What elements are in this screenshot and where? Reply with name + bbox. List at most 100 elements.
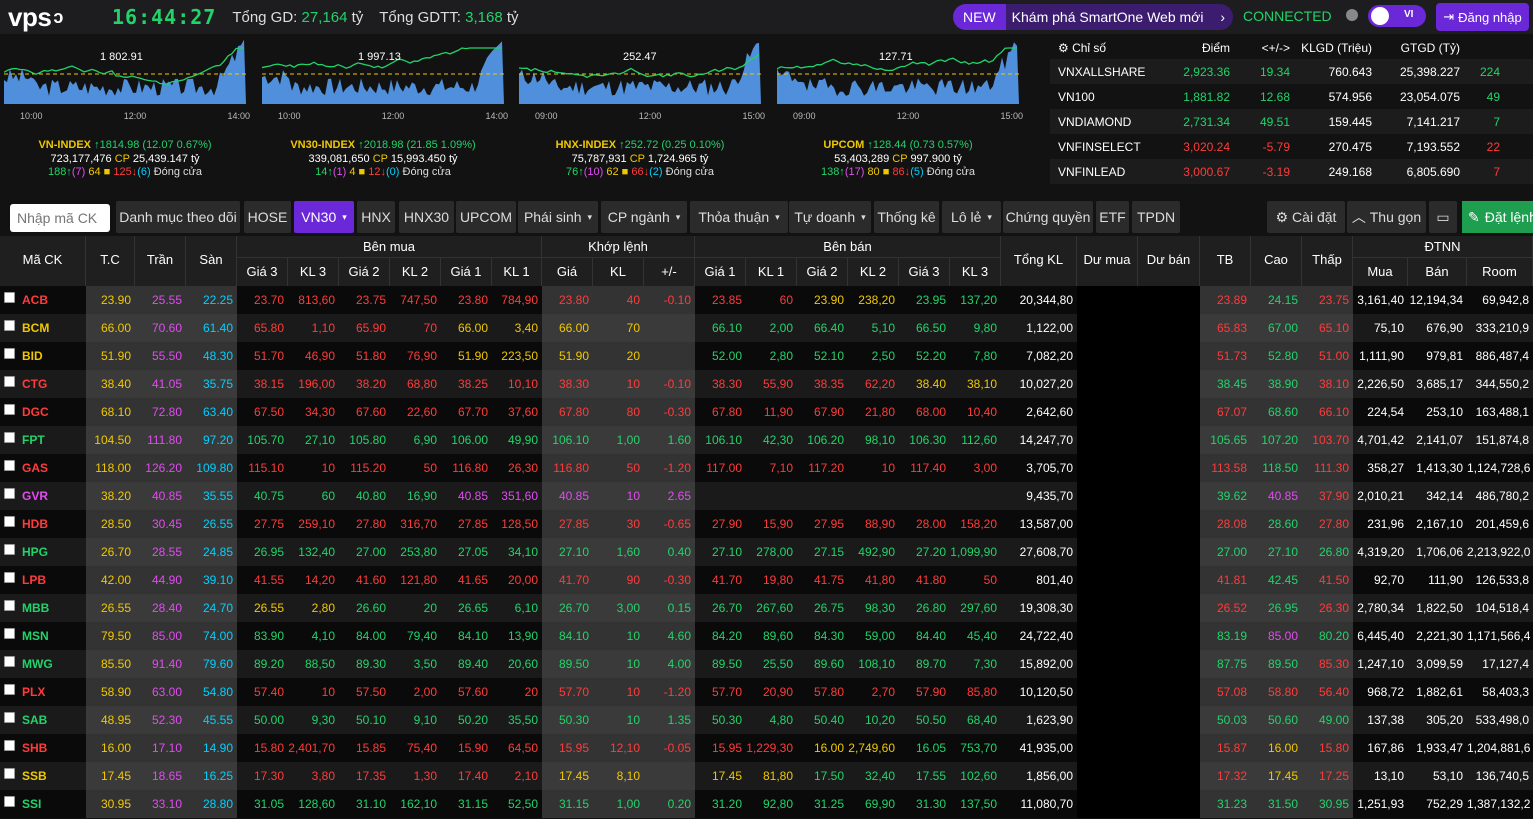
smartone-banner[interactable]: NEW Khám phá SmartOne Web mới › [953,4,1233,30]
stock-row[interactable]: ACB 23.90 25.55 22.25 23.70 813,60 23.75 747,50… [0,286,1533,314]
price-board: Mã CK T.C Trần Sàn Bên mua Khớp lệnh Bên bán Tổ… [0,236,1533,819]
index-chart-4[interactable]: 127.71 09:00 12:00 15:00 UPCOM ↑128.44 (0.73… [773,34,1023,192]
language-toggle[interactable]: VI [1368,5,1426,27]
stock-symbol[interactable]: ACB [22,286,48,314]
tab-tự-doanh[interactable]: Tự doanh ▾ [789,201,871,233]
stock-row[interactable]: GVR 38.20 40.85 35.55 40.75 60 40.80 16,90 40.85… [0,482,1533,510]
login-button[interactable]: ⇥ Đăng nhập [1436,3,1529,31]
tab-etf[interactable]: ETF [1096,201,1129,233]
tab-upcom[interactable]: UPCOM [456,201,516,233]
watch-checkbox[interactable] [4,600,15,611]
index-chart-3[interactable]: 252.47 09:00 12:00 15:00 HNX-INDEX ↑252.72 (… [515,34,765,192]
stock-symbol[interactable]: MWG [22,650,53,678]
stock-symbol[interactable]: MSN [22,622,49,650]
ask-price-2 [797,482,848,510]
stock-row[interactable]: GAS 118.00 126.20 109.80 115.10 10 115.20 50 116… [0,454,1533,482]
stock-symbol[interactable]: FPT [22,426,45,454]
stock-row[interactable]: HPG 26.70 28.55 24.85 26.95 132,40 27.00 253,80… [0,538,1533,566]
watch-checkbox[interactable] [4,628,15,639]
stock-symbol[interactable]: GVR [22,482,48,510]
watch-checkbox[interactable] [4,376,15,387]
stock-symbol[interactable]: DGC [22,398,49,426]
place-order-button[interactable]: ✎ Đặt lệnh [1462,201,1533,233]
watch-checkbox[interactable] [4,320,15,331]
stock-symbol[interactable]: GAS [22,454,48,482]
index-row-volume: 249.168 [1328,164,1372,179]
tab-lô-lẻ[interactable]: Lô lẻ ▾ [942,201,1001,233]
stock-symbol[interactable]: LPB [22,566,46,594]
index-sparkline [262,41,504,104]
stock-row[interactable]: HDB 28.50 30.45 26.55 27.75 259,10 27.80 316,70… [0,510,1533,538]
settings-button[interactable]: ⚙ Cài đặt [1267,201,1345,233]
stock-row[interactable]: BCM 66.00 70.60 61.40 65.80 1,10 65.90 70 66.00 3… [0,314,1533,342]
stock-symbol[interactable]: HDB [22,510,48,538]
tab-thống-kê[interactable]: Thống kê [874,201,939,233]
fullscreen-button[interactable]: ▭ [1429,201,1457,233]
stock-row[interactable]: MBB 26.55 28.40 24.70 26.55 2,80 26.60 20 26.65 6… [0,594,1533,622]
tab-cp-ngành[interactable]: CP ngành ▾ [601,201,687,233]
tab-hnx30[interactable]: HNX30 [399,201,454,233]
index-table-row[interactable]: VNFINSELECT 3,020.24 -5.79 270.475 7,193… [1050,134,1533,159]
tab-phái-sinh[interactable]: Phái sinh ▾ [518,201,598,233]
symbol-search-input[interactable] [10,204,110,232]
stock-row[interactable]: BID 51.90 55.50 48.30 51.70 46,90 51.80 76,90 51… [0,342,1533,370]
high-price: 89.50 [1267,657,1298,671]
stock-symbol[interactable]: PLX [22,678,45,706]
index-table-row[interactable]: VN100 1,881.82 12.68 574.956 23,054.075 … [1050,84,1533,109]
watch-checkbox[interactable] [4,712,15,723]
matched-volume: 10 [626,713,640,727]
stock-symbol[interactable]: MBB [22,594,49,622]
price-change: -0.30 [663,405,691,419]
ceiling-price: 44.90 [151,573,182,587]
stock-row[interactable]: CTG 38.40 41.05 35.75 38.15 196,00 38.20 68,80 3… [0,370,1533,398]
stock-symbol[interactable]: BID [22,342,43,370]
stock-row[interactable]: LPB 42.00 44.90 39.10 41.55 14,20 41.60 121,80 4… [0,566,1533,594]
index-table-row[interactable]: VNFINLEAD 3,000.67 -3.19 249.168 6,805.6… [1050,159,1533,184]
watch-checkbox[interactable] [4,740,15,751]
collapse-button[interactable]: ︿ Thu gọn [1347,201,1426,233]
stock-symbol[interactable]: CTG [22,370,47,398]
tab-vn30[interactable]: VN30 ▾ [294,201,354,233]
watch-checkbox[interactable] [4,572,15,583]
stock-row[interactable]: FPT 104.50 111.80 97.20 105.70 27,10 105.80 6,9… [0,426,1533,454]
watch-checkbox[interactable] [4,544,15,555]
vps-logo[interactable]: vps ↄ [8,2,98,32]
stock-row[interactable]: DGC 68.10 72.80 63.40 67.50 34,30 67.60 22,60 67… [0,398,1533,426]
watch-checkbox[interactable] [4,292,15,303]
stock-row[interactable]: SAB 48.95 52.30 45.55 50.00 9,30 50.10 9,10 50.2… [0,706,1533,734]
tab-danh-mục-theo-dõi[interactable]: Danh mục theo dõi [116,201,240,233]
watch-checkbox[interactable] [4,656,15,667]
watch-checkbox[interactable] [4,348,15,359]
watch-checkbox[interactable] [4,460,15,471]
watch-checkbox[interactable] [4,768,15,779]
index-table-row[interactable]: VNDIAMOND 2,731.34 49.51 159.445 7,141.2… [1050,109,1533,134]
stock-row[interactable]: SSB 17.45 18.65 16.25 17.30 3,80 17.35 1,30 17.4… [0,762,1533,790]
stock-symbol[interactable]: SSB [22,762,47,790]
index-chart-1[interactable]: 1 802.91 10:00 12:00 14:00 VN-INDEX ↑1814.98… [0,34,250,192]
watch-checkbox[interactable] [4,516,15,527]
watch-checkbox[interactable] [4,796,15,807]
stock-row[interactable]: SSI 30.95 33.10 28.80 31.05 128,60 31.10 162,10… [0,790,1533,818]
tab-tpdn[interactable]: TPDN [1132,201,1180,233]
watch-checkbox[interactable] [4,488,15,499]
stock-row[interactable]: MWG 85.50 91.40 79.60 89.20 88,50 89.30 3,50 89.… [0,650,1533,678]
stock-row[interactable]: MSN 79.50 85.00 74.00 83.90 4,10 84.00 79,40 84.… [0,622,1533,650]
stock-symbol[interactable]: BCM [22,314,49,342]
stock-symbol[interactable]: SAB [22,706,47,734]
tab-thỏa-thuận[interactable]: Thỏa thuận ▾ [690,201,788,233]
tab-hose[interactable]: HOSE [244,201,291,233]
watch-checkbox[interactable] [4,684,15,695]
watch-checkbox[interactable] [4,404,15,415]
stock-row[interactable]: SHB 16.00 17.10 14.90 15.80 2,401,70 15.85 75,4… [0,734,1533,762]
language-label: VI [1404,9,1414,20]
ask-price-2: 17.50 [813,769,844,783]
tab-hnx[interactable]: HNX [357,201,395,233]
index-table-row[interactable]: VNXALLSHARE 2,923.36 19.34 760.643 25,39… [1050,59,1533,84]
stock-symbol[interactable]: SHB [22,734,47,762]
index-chart-2[interactable]: 1 997.13 10:00 12:00 14:00 VN30-INDEX ↑2018.… [258,34,508,192]
stock-symbol[interactable]: HPG [22,538,48,566]
tab-chứng-quyền[interactable]: Chứng quyền [1003,201,1093,233]
stock-row[interactable]: PLX 58.90 63.00 54.80 57.40 10 57.50 2,00 57.60 2… [0,678,1533,706]
stock-symbol[interactable]: SSI [22,790,41,818]
watch-checkbox[interactable] [4,432,15,443]
